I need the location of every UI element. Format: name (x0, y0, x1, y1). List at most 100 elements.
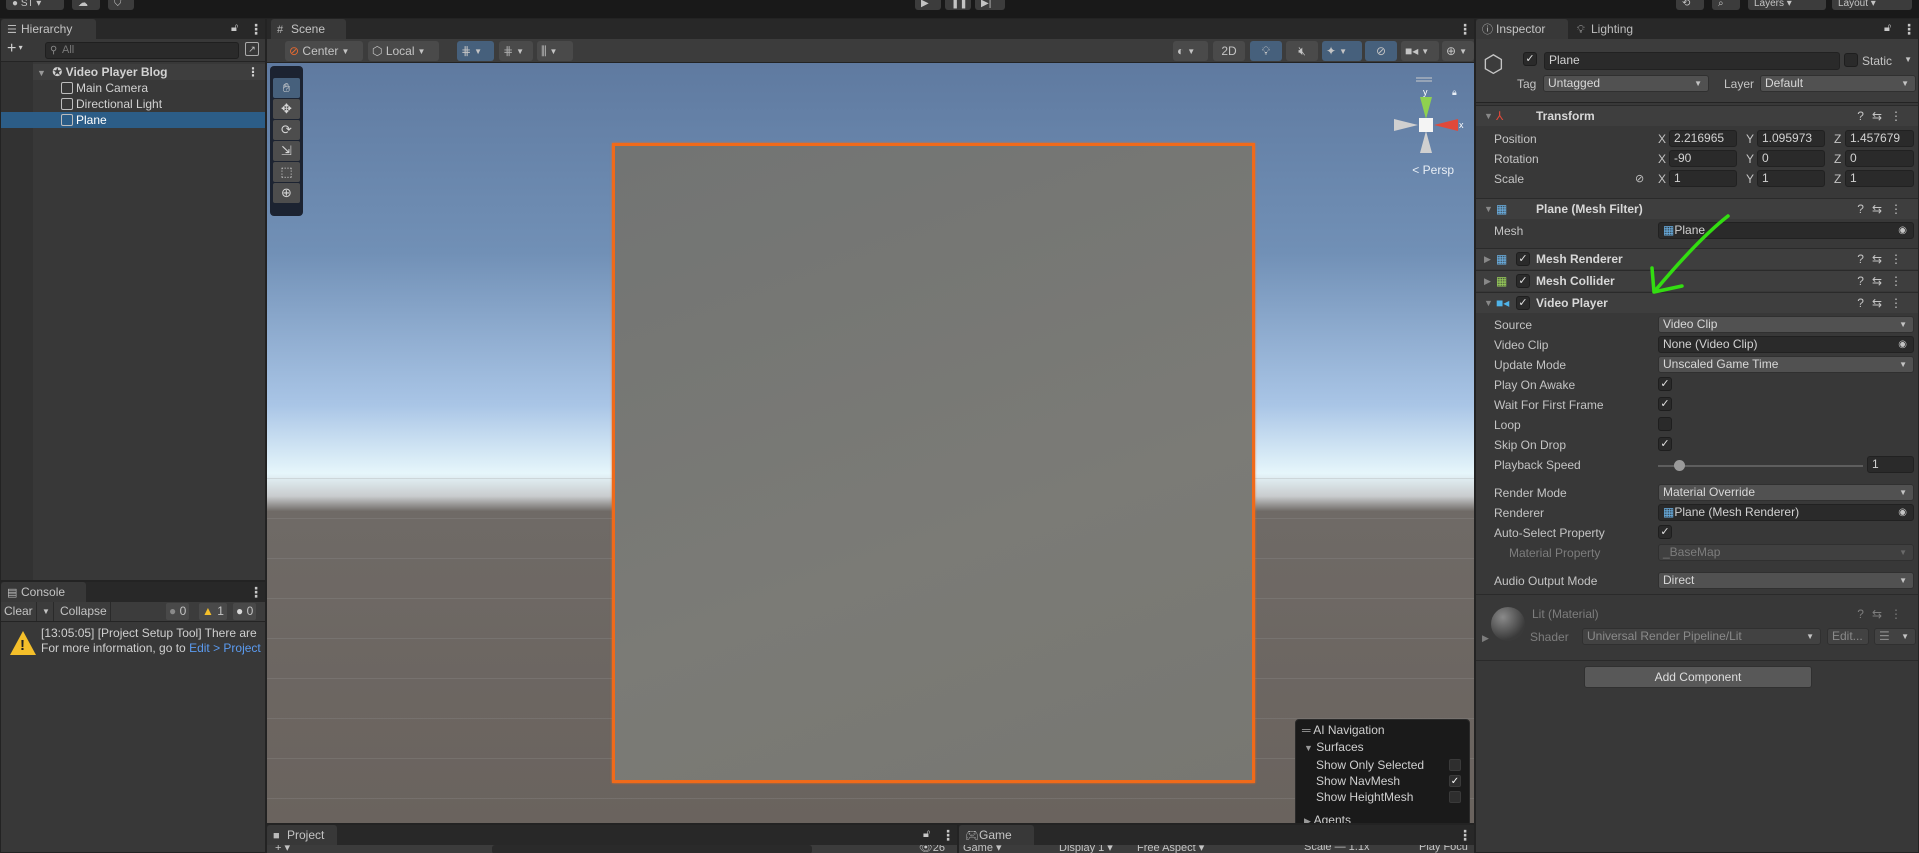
move-tool[interactable]: ✥ (273, 99, 300, 119)
rotation-x-field[interactable]: -90 (1669, 150, 1737, 167)
more-menu-icon[interactable]: ⋮ (1458, 21, 1472, 37)
video-player-enabled-checkbox[interactable]: ✓ (1516, 296, 1530, 310)
scene-row[interactable]: ▼ ✪ Video Player Blog ⋮ (33, 64, 265, 80)
fold-open-icon[interactable]: ▼ (1484, 106, 1493, 127)
rotate-tool[interactable]: ⟳ (273, 120, 300, 140)
add-object-button[interactable]: + ▾ (7, 40, 23, 58)
presets-icon[interactable]: ⇆ (1872, 252, 1890, 266)
layout-dropdown[interactable]: Layout ▾ (1832, 0, 1912, 10)
object-picker-icon[interactable]: ◉ (1898, 505, 1907, 520)
source-dropdown[interactable]: Video Clip ▼ (1658, 316, 1914, 333)
tab-project[interactable]: ■ Project (267, 825, 337, 845)
hierarchy-item-plane[interactable]: Plane (1, 112, 265, 128)
presets-icon[interactable]: ⇆ (1872, 607, 1890, 621)
cloud-button[interactable]: ☁ (72, 0, 100, 10)
mesh-renderer-enabled-checkbox[interactable]: ✓ (1516, 252, 1530, 266)
ruler-dropdown[interactable]: ⫼ ▼ (537, 41, 573, 61)
gameobject-cube-icon[interactable]: ⬡ (1483, 53, 1504, 77)
aspect-dropdown[interactable]: Free Aspect ▾ (1137, 845, 1204, 853)
show-navmesh-checkbox[interactable]: ✓ (1449, 775, 1461, 787)
hierarchy-item-main-camera[interactable]: Main Camera (33, 80, 265, 96)
lighting-toggle[interactable]: 💡︎ (1250, 41, 1282, 61)
2d-toggle[interactable]: 2D (1213, 41, 1245, 61)
fold-closed-icon[interactable]: ▶ (1484, 249, 1491, 270)
shader-options-dropdown[interactable]: ☰ ▼ (1874, 628, 1916, 645)
scale-y-field[interactable]: 1 (1757, 170, 1825, 187)
mesh-collider-enabled-checkbox[interactable]: ✓ (1516, 274, 1530, 288)
presets-icon[interactable]: ⇆ (1872, 202, 1890, 216)
layers-dropdown[interactable]: Layers ▾ (1748, 0, 1826, 10)
audio-toggle[interactable]: 🔇︎ (1286, 41, 1318, 61)
scale-z-field[interactable]: 1 (1845, 170, 1914, 187)
project-search-input[interactable] (492, 845, 812, 853)
tab-lighting[interactable]: 💡︎ Lighting (1571, 19, 1656, 39)
lock-icon[interactable]: 🔓︎ (923, 828, 935, 842)
scene-visibility-toggle[interactable]: ⊘ (1365, 41, 1397, 61)
play-button[interactable]: ▶ (915, 0, 941, 10)
tag-dropdown[interactable]: Untagged ▼ (1543, 75, 1709, 92)
selected-plane-object[interactable] (612, 143, 1255, 783)
position-z-field[interactable]: 1.457679 (1845, 130, 1914, 147)
component-menu-icon[interactable]: ⋮ (1890, 202, 1910, 216)
scene-menu-icon[interactable]: ⋮ (247, 64, 259, 80)
error-count-toggle[interactable]: ● 0 (233, 603, 257, 620)
effects-dropdown[interactable]: ✦ ▼ (1322, 41, 1362, 61)
constrain-proportions-icon[interactable]: ⊘ (1635, 172, 1644, 185)
presets-icon[interactable]: ⇆ (1872, 296, 1890, 310)
create-button[interactable]: + ▾ (275, 845, 290, 853)
ai-nav-title[interactable]: ═ AI Navigation (1302, 722, 1385, 738)
more-menu-icon[interactable]: ⋮ (1458, 827, 1472, 843)
grid-snap-dropdown[interactable]: ⋕ ▼ (457, 41, 494, 61)
lock-icon[interactable]: 🔓︎ (231, 22, 243, 36)
mesh-collider-header[interactable]: ▶ ▦ ✓ Mesh Collider ?⇆⋮ (1476, 270, 1918, 291)
update-mode-dropdown[interactable]: Unscaled Game Time ▼ (1658, 356, 1914, 373)
tab-inspector[interactable]: ⓘ Inspector (1476, 19, 1568, 39)
pause-button[interactable]: ❚❚ (945, 0, 971, 10)
clear-options-dropdown[interactable]: ▼ (39, 602, 54, 621)
console-message[interactable]: ! [13:05:05] [Project Setup Tool] There … (1, 624, 265, 660)
scale-x-field[interactable]: 1 (1669, 170, 1737, 187)
show-only-selected-checkbox[interactable] (1449, 759, 1461, 771)
more-menu-icon[interactable]: ⋮ (941, 827, 955, 843)
gizmo-center[interactable] (1419, 118, 1433, 132)
gizmo-neg-y-axis[interactable] (1420, 131, 1432, 153)
persp-label[interactable]: < Persp (1412, 163, 1454, 177)
transform-header[interactable]: ▼ ⅄ Transform ?⇆⋮ (1476, 105, 1918, 126)
auto-select-property-checkbox[interactable]: ✓ (1658, 525, 1672, 539)
active-checkbox[interactable]: ✓ (1523, 52, 1537, 66)
component-menu-icon[interactable]: ⋮ (1890, 274, 1910, 288)
playback-speed-slider-thumb[interactable] (1673, 460, 1685, 471)
renderer-field[interactable]: ▦Plane (Mesh Renderer) ◉ (1658, 504, 1914, 521)
render-mode-dropdown[interactable]: Material Override ▼ (1658, 484, 1914, 501)
collapse-button[interactable]: Collapse (57, 602, 111, 621)
show-heightmesh-checkbox[interactable] (1449, 791, 1461, 803)
warning-count-toggle[interactable]: ▲ 1 (199, 603, 227, 620)
mesh-filter-header[interactable]: ▼ ▦ Plane (Mesh Filter) ?⇆⋮ (1476, 198, 1918, 219)
object-picker-icon[interactable]: ◉ (1898, 337, 1907, 352)
fold-closed-icon[interactable]: ▶ (1482, 633, 1489, 644)
video-player-header[interactable]: ▼ ■◂ ✓ Video Player ?⇆⋮ (1476, 292, 1918, 313)
project-settings-link[interactable]: Edit > Project (189, 641, 261, 655)
audio-output-mode-dropdown[interactable]: Direct ▼ (1658, 572, 1914, 589)
gizmo-lock-icon[interactable]: 🔒︎ (1452, 87, 1457, 97)
presets-icon[interactable]: ⇆ (1872, 109, 1890, 123)
playback-speed-slider-track[interactable] (1658, 465, 1863, 467)
hand-tool[interactable]: ✋︎ (273, 78, 300, 98)
help-icon[interactable]: ? (1857, 274, 1872, 288)
rect-tool[interactable]: ⬚ (273, 162, 300, 182)
object-picker-icon[interactable]: ◉ (1898, 223, 1907, 238)
camera-dropdown[interactable]: ■◂ ▼ (1401, 41, 1439, 61)
add-component-button[interactable]: Add Component (1584, 666, 1812, 688)
position-x-field[interactable]: 2.216965 (1669, 130, 1737, 147)
position-y-field[interactable]: 1.095973 (1757, 130, 1825, 147)
more-menu-icon[interactable]: ⋮ (249, 584, 263, 600)
fold-closed-icon[interactable]: ▶ (1484, 271, 1491, 292)
surfaces-foldout[interactable]: ▼ Surfaces (1304, 739, 1364, 755)
component-menu-icon[interactable]: ⋮ (1890, 296, 1910, 310)
wait-first-frame-checkbox[interactable]: ✓ (1658, 397, 1672, 411)
search-button[interactable]: ⌕ (1712, 0, 1740, 10)
lock-icon[interactable]: 🔓︎ (1884, 22, 1896, 36)
scale-slider[interactable]: Scale — 1.1x (1304, 845, 1369, 853)
object-name-input[interactable]: Plane (1544, 52, 1840, 70)
rotation-y-field[interactable]: 0 (1757, 150, 1825, 167)
